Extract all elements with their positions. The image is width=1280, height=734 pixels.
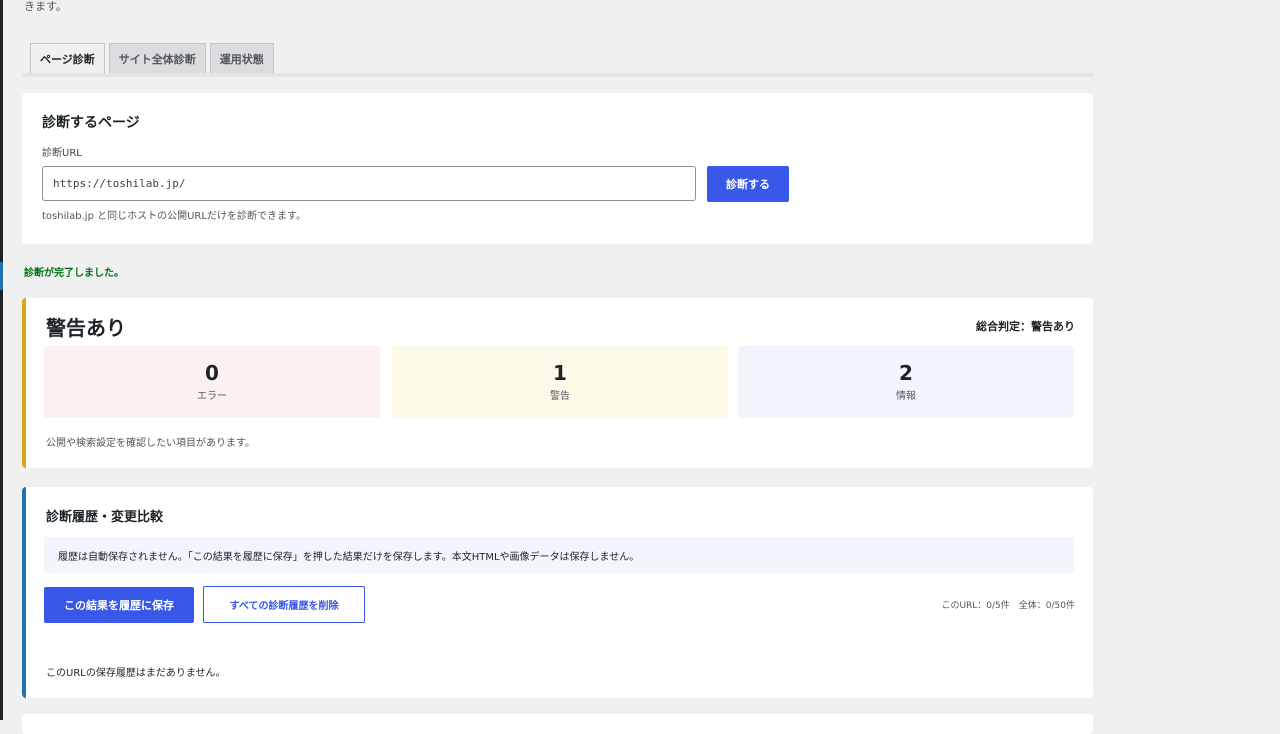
tab-site-diagnosis[interactable]: サイト全体診断 (108, 43, 206, 74)
left-accent-marker (0, 262, 3, 290)
url-field-label: 診断URL (42, 148, 82, 159)
info-count: 2 (899, 361, 913, 385)
main-content: きます。 ページ診断 サイト全体診断 運用状態 診断するページ 診断URL 診断… (22, 0, 1094, 734)
error-count-box: 0 エラー (44, 346, 380, 418)
delete-all-history-button[interactable]: すべての診断履歴を削除 (203, 586, 365, 623)
url-input[interactable] (42, 166, 696, 201)
tab-underline (22, 73, 1094, 77)
next-card (22, 714, 1093, 734)
history-notice: 履歴は自動保存されません。「この結果を履歴に保存」を押した結果だけを保存します。… (44, 537, 1074, 573)
success-message: 診断が完了しました。 (24, 268, 124, 279)
history-empty-message: このURLの保存履歴はまだありません。 (46, 668, 226, 679)
left-edge-bar (0, 0, 3, 720)
overall-verdict: 総合判定：警告あり (976, 320, 1075, 333)
error-count: 0 (205, 361, 219, 385)
warning-count-box: 1 警告 (392, 346, 728, 418)
tab-bar: ページ診断 サイト全体診断 運用状態 (30, 43, 274, 74)
save-to-history-button[interactable]: この結果を履歴に保存 (44, 587, 194, 623)
tab-page-diagnosis[interactable]: ページ診断 (30, 43, 105, 74)
error-label: エラー (197, 391, 227, 402)
info-label: 情報 (896, 391, 916, 402)
history-card: 診断履歴・変更比較 履歴は自動保存されません。「この結果を履歴に保存」を押した結… (22, 487, 1093, 698)
result-title: 警告あり (46, 316, 126, 340)
history-counts: このURL：0/5件 全体：0/50件 (941, 601, 1075, 611)
url-card-title: 診断するページ (42, 115, 140, 131)
intro-text: きます。 (24, 0, 67, 13)
url-help-text: toshilab.jp と同じホストの公開URLだけを診断できます。 (42, 211, 306, 222)
diagnose-button[interactable]: 診断する (707, 166, 789, 202)
history-notice-text: 履歴は自動保存されません。「この結果を履歴に保存」を押した結果だけを保存します。… (58, 551, 640, 563)
tab-operation-status[interactable]: 運用状態 (209, 43, 274, 74)
warning-label: 警告 (550, 391, 570, 402)
info-count-box: 2 情報 (738, 346, 1074, 418)
warning-count: 1 (553, 361, 567, 385)
result-note: 公開や検索設定を確認したい項目があります。 (46, 438, 255, 449)
result-card: 警告あり 総合判定：警告あり 0 エラー 1 警告 2 情報 公開や検索設定を確… (22, 298, 1093, 468)
url-card: 診断するページ 診断URL 診断する toshilab.jp と同じホストの公開… (22, 93, 1093, 244)
history-title: 診断履歴・変更比較 (46, 510, 164, 525)
